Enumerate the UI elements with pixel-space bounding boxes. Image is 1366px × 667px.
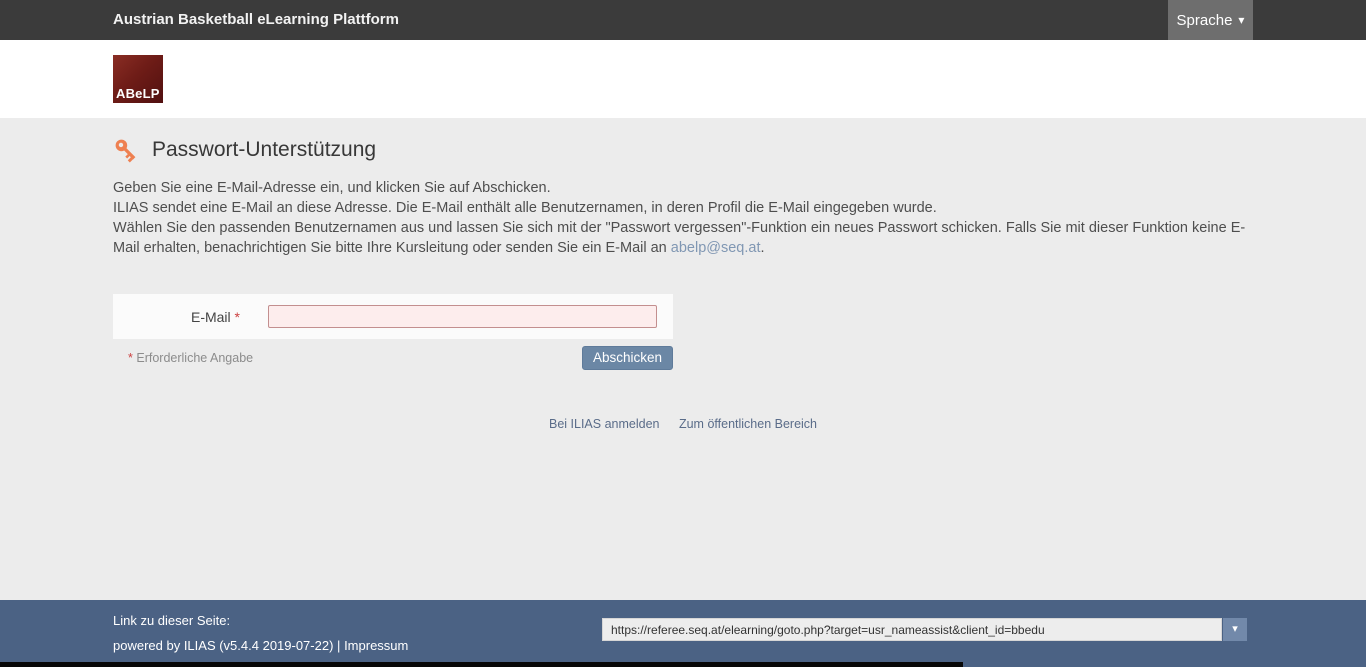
required-asterisk: * — [235, 309, 240, 325]
page-header: ABeLP — [0, 40, 1366, 118]
app-title: Austrian Basketball eLearning Plattform — [113, 0, 399, 40]
email-label: E-Mail * — [113, 309, 240, 325]
heading-row: Passwort-Unterstützung — [113, 134, 1253, 166]
email-form-row: E-Mail * — [113, 294, 673, 339]
topbar: Austrian Basketball eLearning Plattform … — [0, 0, 1366, 40]
form-footer: * Erforderliche Angabe Abschicken — [113, 345, 673, 370]
page: Austrian Basketball eLearning Plattform … — [0, 0, 1366, 667]
intro-line-1: Geben Sie eine E-Mail-Adresse ein, und k… — [113, 178, 1253, 198]
language-dropdown[interactable]: Sprache ▾ — [1168, 0, 1253, 40]
intro-text: Geben Sie eine E-Mail-Adresse ein, und k… — [113, 178, 1253, 258]
page-title: Passwort-Unterstützung — [152, 138, 376, 162]
impressum-link[interactable]: Impressum — [344, 638, 408, 653]
support-email-link[interactable]: abelp@seq.at — [671, 240, 761, 256]
powered-by: powered by ILIAS (v5.4.4 2019-07-22) | I… — [113, 638, 408, 653]
separator: | — [337, 638, 340, 653]
permalink-dropdown-button[interactable]: ▾ — [1223, 618, 1247, 641]
required-note: * Erforderliche Angabe — [113, 351, 253, 365]
language-label: Sprache — [1177, 12, 1233, 29]
password-assist-form: E-Mail * * Erforderliche Angabe Abschick… — [113, 294, 673, 370]
email-field[interactable] — [268, 305, 657, 328]
footer: Link zu dieser Seite: powered by ILIAS (… — [0, 600, 1366, 667]
permalink-input[interactable] — [602, 618, 1222, 641]
caret-down-icon: ▾ — [1232, 624, 1238, 635]
key-icon — [113, 137, 139, 163]
intro-line-2: ILIAS sendet eine E-Mail an diese Adress… — [113, 198, 1253, 218]
permalink-label: Link zu dieser Seite: — [113, 613, 230, 628]
intro-line-3: Wählen Sie den passenden Benutzernamen a… — [113, 218, 1253, 258]
permalink-group: ▾ — [602, 618, 1247, 641]
caret-down-icon: ▾ — [1238, 14, 1244, 26]
bottom-links: Bei ILIAS anmelden Zum öffentlichen Bere… — [113, 417, 1253, 431]
ilias-login-link[interactable]: Bei ILIAS anmelden — [549, 417, 660, 431]
main-content: Passwort-Unterstützung Geben Sie eine E-… — [0, 118, 1366, 600]
logo-text: ABeLP — [113, 84, 163, 103]
required-asterisk: * — [128, 351, 133, 365]
bottom-strip — [0, 662, 963, 667]
submit-button[interactable]: Abschicken — [582, 346, 673, 370]
public-area-link[interactable]: Zum öffentlichen Bereich — [679, 417, 817, 431]
abelp-logo[interactable]: ABeLP — [113, 55, 163, 103]
